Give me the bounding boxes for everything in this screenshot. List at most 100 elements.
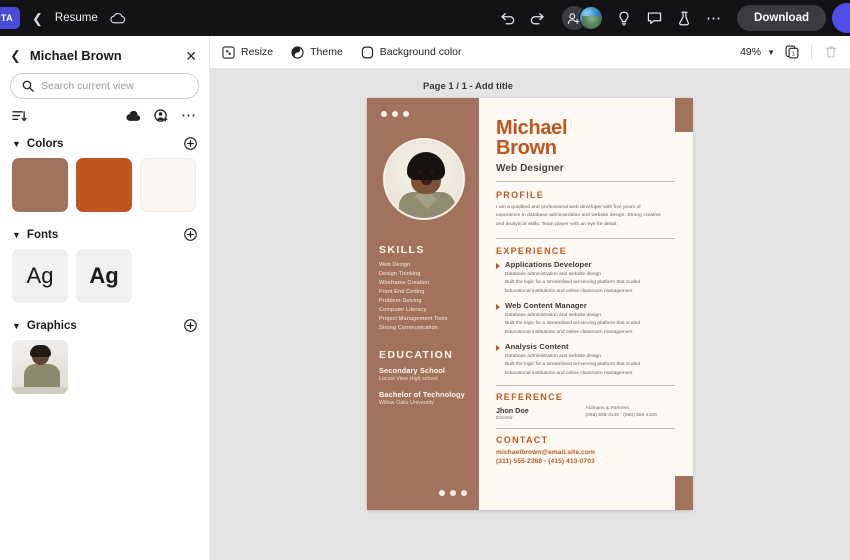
decor-dots-bottom — [439, 490, 467, 496]
education-school: Locust View High school — [379, 376, 438, 382]
education-degree: Secondary School — [379, 366, 446, 375]
page-title-label[interactable]: Page 1 / 1 - Add title — [423, 81, 513, 92]
resize-label: Resize — [241, 46, 274, 58]
cloud-icon[interactable] — [126, 110, 141, 122]
search-icon — [22, 80, 34, 92]
experience-section[interactable]: EXPERIENCE Applications Developer Databa… — [496, 246, 675, 378]
resume-left-column: SKILLS Web Design Design Thinking Wirefr… — [367, 98, 479, 510]
share-group[interactable] — [562, 6, 604, 30]
color-swatch[interactable] — [76, 158, 132, 212]
reference-heading: REFERENCE — [496, 392, 564, 403]
sort-filter-icon[interactable] — [12, 110, 27, 123]
more-options-icon[interactable]: ⋯ — [701, 5, 727, 31]
education-school: Willow Oaks University — [379, 400, 434, 406]
theme-icon — [291, 45, 304, 59]
undo-icon[interactable] — [494, 5, 520, 31]
font-tile[interactable]: Ag — [76, 249, 132, 303]
document-name[interactable]: Resume — [55, 12, 98, 24]
download-button[interactable]: Download — [737, 5, 826, 31]
divider — [496, 428, 675, 430]
education-heading: EDUCATION — [379, 349, 454, 361]
color-swatch[interactable] — [140, 158, 196, 212]
chevron-down-icon[interactable]: ▼ — [12, 230, 21, 240]
experience-line: Educational institutions and online clas… — [505, 329, 633, 335]
font-tile[interactable]: Ag — [12, 249, 68, 303]
resume-last-name[interactable]: Brown — [496, 138, 675, 159]
thumbnail-hair — [30, 345, 51, 357]
education-item: Secondary School Locust View High school — [379, 366, 467, 382]
experience-heading: EXPERIENCE — [496, 246, 568, 257]
resize-button[interactable]: Resize — [222, 45, 274, 59]
resume-first-name[interactable]: Michael — [496, 118, 675, 139]
more-options-icon[interactable]: ⋯ — [181, 108, 197, 123]
add-circle-icon[interactable] — [184, 137, 197, 150]
accent-block-top — [675, 98, 693, 132]
contact-heading: CONTACT — [496, 435, 549, 446]
canvas-scroll[interactable]: Page 1 / 1 - Add title SKILLS Web Design… — [210, 69, 850, 560]
panel-back-icon[interactable]: ❮ — [10, 49, 21, 62]
back-chevron-icon[interactable]: ❮ — [32, 12, 43, 25]
cloud-icon — [110, 12, 126, 24]
education-section[interactable]: EDUCATION Secondary School Locust View H… — [367, 349, 479, 414]
profile-heading: PROFILE — [496, 189, 545, 200]
comment-icon[interactable] — [641, 5, 667, 31]
chevron-down-icon[interactable]: ▼ — [767, 48, 775, 57]
profile-section[interactable]: PROFILE I am a qualified and professiona… — [496, 190, 675, 229]
resume-right-inner: Michael Brown Web Designer PROFILE I am … — [479, 98, 693, 465]
search-box[interactable] — [10, 73, 199, 99]
section-fonts: ▼ Fonts Ag Ag — [0, 212, 209, 303]
skill-item: Problem-Solving — [379, 298, 422, 305]
contact-phones: (311) 555-2368 - (415) 413-0703 — [496, 458, 595, 466]
section-fonts-header[interactable]: ▼ Fonts — [12, 228, 197, 241]
flask-icon[interactable] — [671, 5, 697, 31]
resume-role[interactable]: Web Designer — [496, 163, 675, 174]
reference-section[interactable]: REFERENCE Jhon Doe Director Aldmans & Pa… — [496, 392, 675, 421]
person-add-icon[interactable] — [154, 109, 168, 123]
chevron-down-icon[interactable]: ▼ — [12, 321, 21, 331]
add-circle-icon[interactable] — [184, 319, 197, 332]
lightbulb-icon[interactable] — [611, 5, 637, 31]
divider — [496, 385, 675, 387]
experience-title: Analysis Content — [505, 342, 569, 352]
color-swatch[interactable] — [12, 158, 68, 212]
toolbar-divider — [811, 44, 812, 60]
experience-line: Database administration and website desi… — [505, 313, 601, 319]
body-row: ❮ Michael Brown ✕ Search current view ⋯ … — [0, 36, 850, 560]
panel-header: ❮ Michael Brown ✕ — [0, 36, 209, 73]
experience-title: Web Content Manager — [505, 301, 587, 311]
resume-right-column: Michael Brown Web Designer PROFILE I am … — [479, 98, 693, 510]
zoom-level[interactable]: 49% — [740, 46, 761, 58]
dot — [381, 111, 387, 117]
section-graphics-header[interactable]: ▼ Graphics — [12, 319, 197, 332]
duplicate-page-icon[interactable]: 1 — [785, 45, 799, 59]
profile-photo[interactable] — [383, 138, 465, 220]
dot — [403, 111, 409, 117]
dot — [461, 490, 467, 496]
color-swatches — [12, 158, 197, 212]
resume-document[interactable]: SKILLS Web Design Design Thinking Wirefr… — [367, 98, 693, 510]
section-fonts-title: Fonts — [26, 228, 59, 241]
section-colors-header[interactable]: ▼ Colors — [12, 137, 197, 150]
collaborator-avatar[interactable] — [579, 6, 604, 30]
background-color-button[interactable]: Background color — [361, 46, 462, 59]
experience-line: Built the logic for a streamlined ad-ser… — [505, 321, 641, 327]
reference-grid: Jhon Doe Director Aldmans & Partners (55… — [496, 406, 675, 421]
graphic-thumbnail[interactable] — [12, 340, 68, 394]
background-color-icon — [361, 46, 374, 59]
close-icon[interactable]: ✕ — [185, 49, 199, 63]
redo-icon[interactable] — [524, 5, 550, 31]
search-input[interactable] — [41, 80, 187, 92]
chevron-down-icon[interactable]: ▼ — [12, 139, 21, 149]
theme-button[interactable]: Theme — [291, 45, 343, 59]
canvas-toolbar-right: 49% ▼ 1 — [740, 44, 838, 60]
background-color-label: Background color — [379, 46, 462, 58]
contact-section[interactable]: CONTACT michaelbrown@email.site.com (311… — [496, 435, 675, 465]
skills-section[interactable]: SKILLS Web Design Design Thinking Wirefr… — [367, 244, 479, 333]
trash-icon[interactable] — [824, 45, 838, 59]
experience-line: Educational institutions and online clas… — [505, 288, 633, 294]
app-logo[interactable]: TA — [0, 7, 20, 29]
reference-phones: (555) 555-3145 - (560) 555-4160 — [585, 413, 657, 419]
user-avatar[interactable] — [832, 3, 850, 33]
add-circle-icon[interactable] — [184, 228, 197, 241]
skill-item: Front End Coding — [379, 289, 425, 296]
